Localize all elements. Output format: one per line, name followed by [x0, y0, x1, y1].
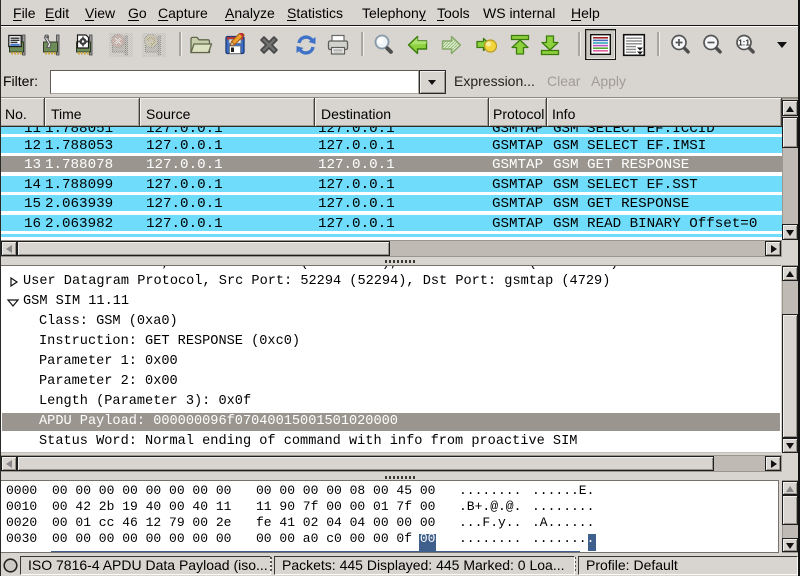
svg-text:1:1: 1:1 — [738, 39, 750, 48]
